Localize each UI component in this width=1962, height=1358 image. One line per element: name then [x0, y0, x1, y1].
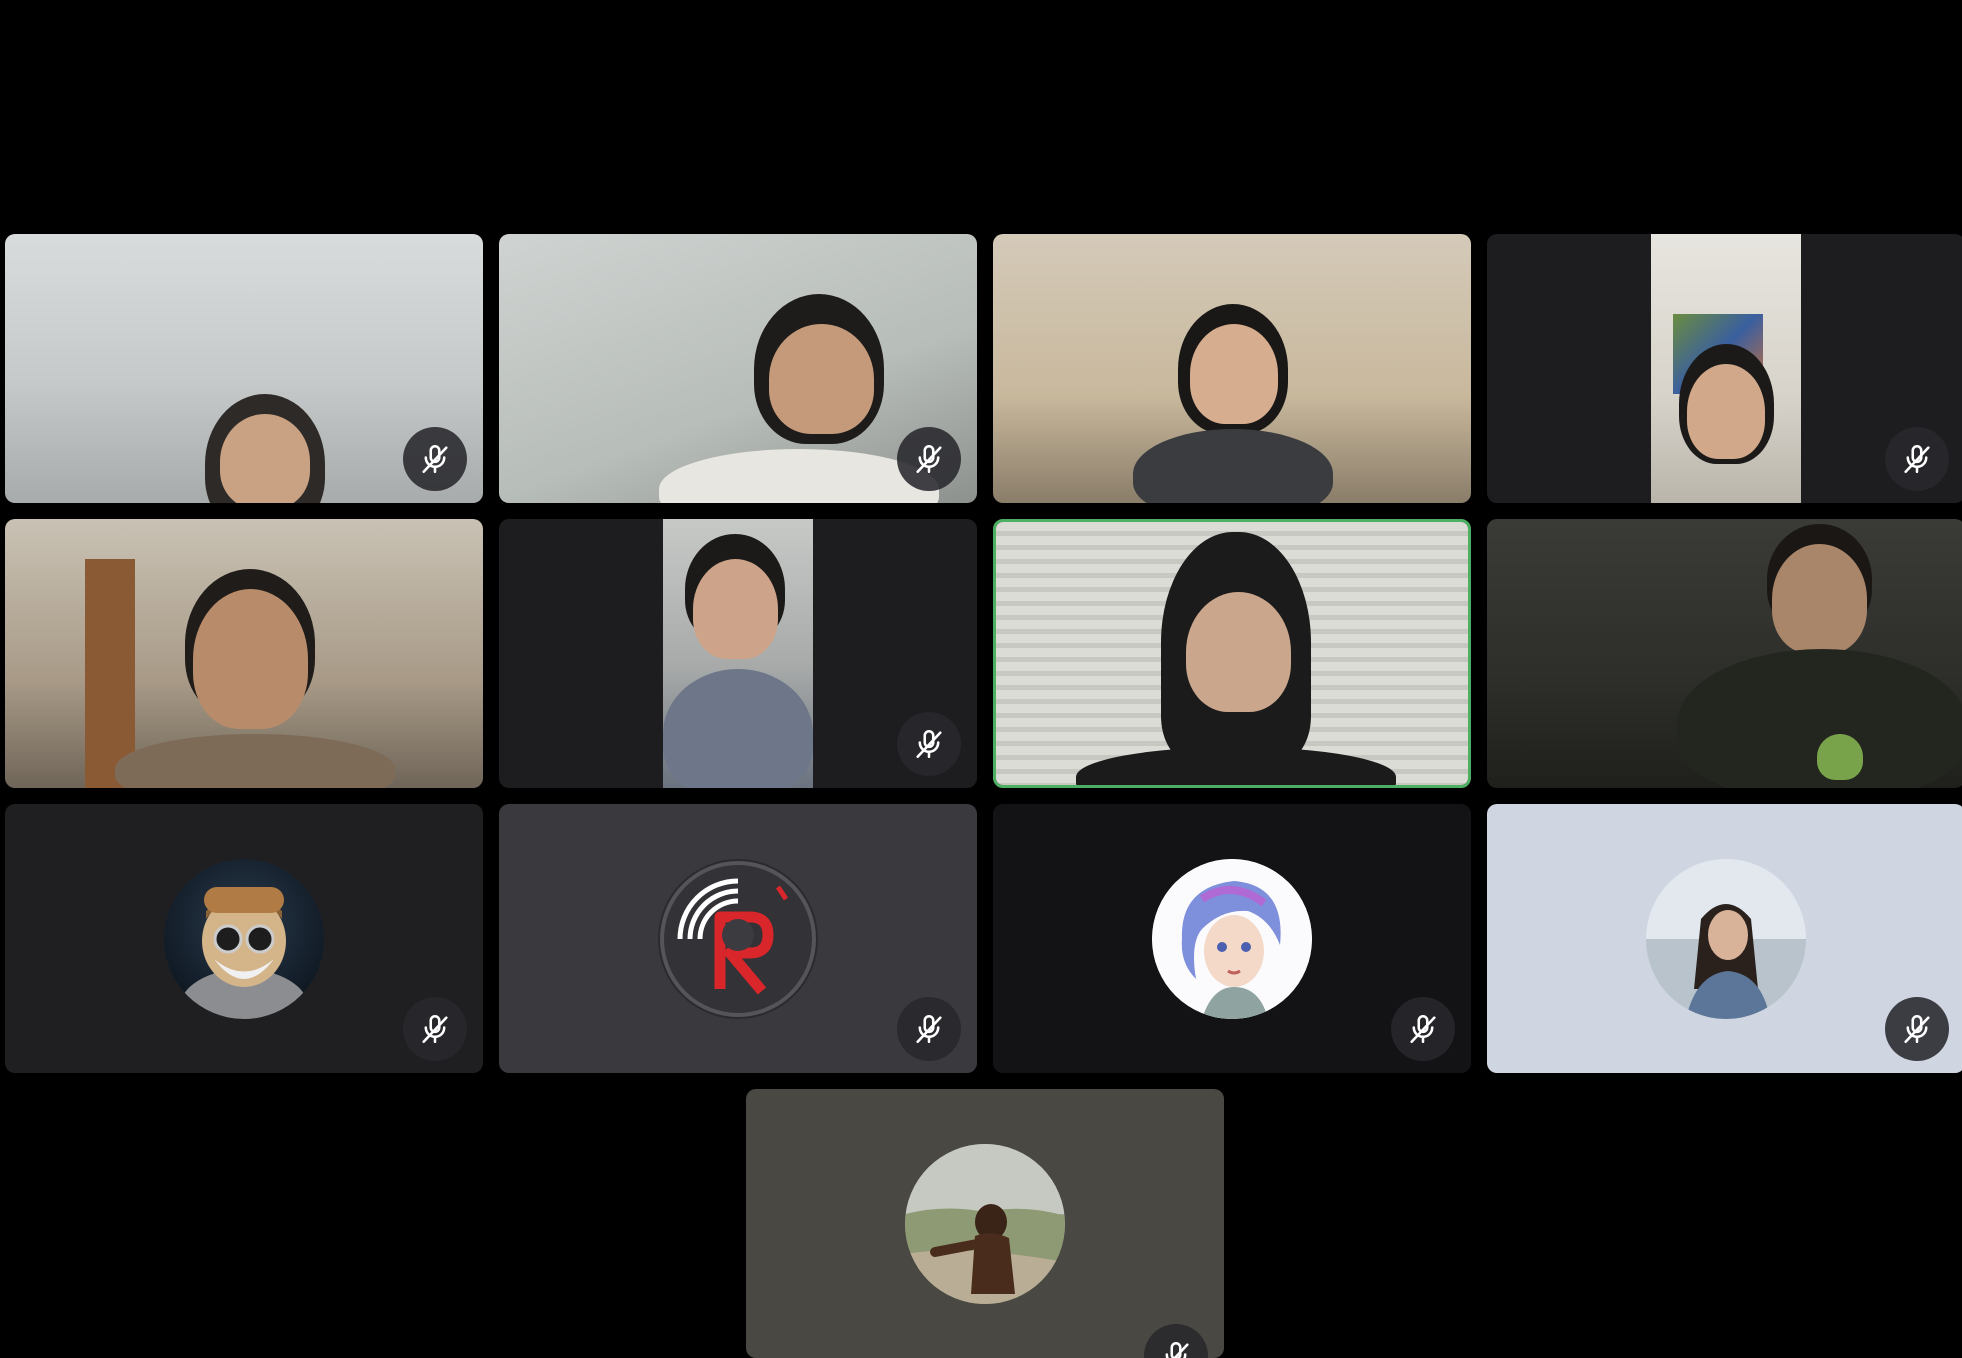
participant-tile-11[interactable] — [993, 804, 1471, 1073]
mic-off-icon — [916, 1014, 942, 1044]
participant-tile-7-active-speaker[interactable] — [993, 519, 1471, 788]
participant-tile-3[interactable] — [993, 234, 1471, 503]
participant-tile-6[interactable] — [499, 519, 977, 788]
mic-off-icon — [422, 444, 448, 474]
beach-photo-avatar-icon — [1646, 858, 1806, 1019]
anime-girl-avatar-icon — [1152, 858, 1312, 1019]
mic-off-icon — [1904, 444, 1930, 474]
mute-indicator[interactable] — [1885, 997, 1949, 1061]
orangutan-avatar-icon — [905, 1143, 1065, 1304]
bearded-tiger-avatar-icon — [164, 858, 324, 1019]
mic-off-icon — [422, 1014, 448, 1044]
mute-indicator[interactable] — [897, 997, 961, 1061]
participant-video — [5, 519, 483, 788]
mic-off-icon — [1410, 1014, 1436, 1044]
red-r-logo-avatar-icon — [658, 858, 818, 1019]
participant-video — [993, 234, 1471, 503]
mute-indicator[interactable] — [403, 427, 467, 491]
participant-tile-4[interactable] — [1487, 234, 1962, 503]
participant-tile-10[interactable] — [499, 804, 977, 1073]
participant-tile-8[interactable] — [1487, 519, 1962, 788]
participant-tile-5[interactable] — [5, 519, 483, 788]
participant-tile-12[interactable] — [1487, 804, 1962, 1073]
mute-indicator[interactable] — [1391, 997, 1455, 1061]
participant-tile-2[interactable] — [499, 234, 977, 503]
participant-tile-9[interactable] — [5, 804, 483, 1073]
mute-indicator[interactable] — [1144, 1324, 1208, 1358]
participant-video — [996, 522, 1468, 785]
participant-tile-1[interactable] — [5, 234, 483, 503]
mic-off-icon — [1904, 1014, 1930, 1044]
participant-video — [1651, 234, 1801, 503]
mute-indicator[interactable] — [897, 712, 961, 776]
mute-indicator[interactable] — [403, 997, 467, 1061]
mute-indicator[interactable] — [897, 427, 961, 491]
mic-off-icon — [916, 444, 942, 474]
participant-video — [663, 519, 813, 788]
participant-video — [1487, 519, 1962, 788]
mute-indicator[interactable] — [1885, 427, 1949, 491]
participant-tile-13[interactable] — [746, 1089, 1224, 1358]
mic-off-icon — [916, 729, 942, 759]
mic-off-icon — [1165, 1341, 1189, 1358]
